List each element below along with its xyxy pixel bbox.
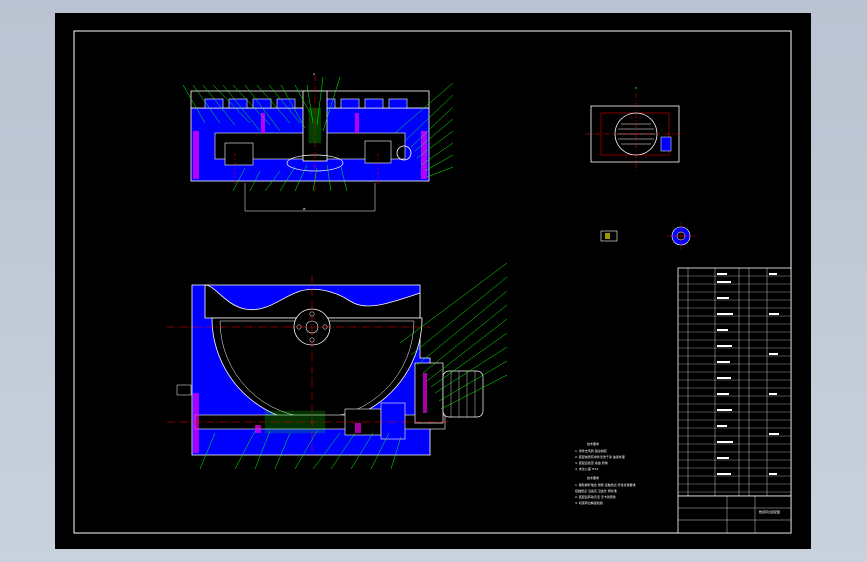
notes-heading: 技术要求 — [587, 441, 599, 446]
cad-viewport[interactable]: Ø A B 技术要求 1. 零件去毛刺 锐边倒钝 2. 装配前所有零件清洗干净 … — [55, 13, 811, 549]
note-line: 接触斑点 沿齿高 沿齿长 按标准 — [575, 488, 617, 493]
note-line: 4. 未注公差 IT14 — [575, 466, 598, 471]
parts-list — [677, 267, 792, 497]
note-line: 3. 机床转台精度检验 — [575, 500, 603, 505]
note-line: 1. 蜗轮蜗杆啮合 侧隙 接触斑点 符合标准要求 — [575, 482, 636, 487]
note-line: 3. 装配后检查 涂油 防锈 — [575, 460, 608, 465]
title-block-name: 数控转台装配图 — [759, 509, 780, 514]
title-block: 数控转台装配图 — [677, 495, 792, 534]
note-line: 2. 装配前所有零件清洗干净 油漆处理 — [575, 454, 625, 459]
notes-heading-2: 技术要求 — [587, 475, 599, 480]
note-line: 2. 装配后转动灵活 无卡滞现象 — [575, 494, 616, 499]
view-label: B — [635, 86, 637, 90]
note-line: 1. 零件去毛刺 锐边倒钝 — [575, 448, 607, 453]
drawing-sheet: Ø A B 技术要求 1. 零件去毛刺 锐边倒钝 2. 装配前所有零件清洗干净 … — [55, 13, 811, 549]
